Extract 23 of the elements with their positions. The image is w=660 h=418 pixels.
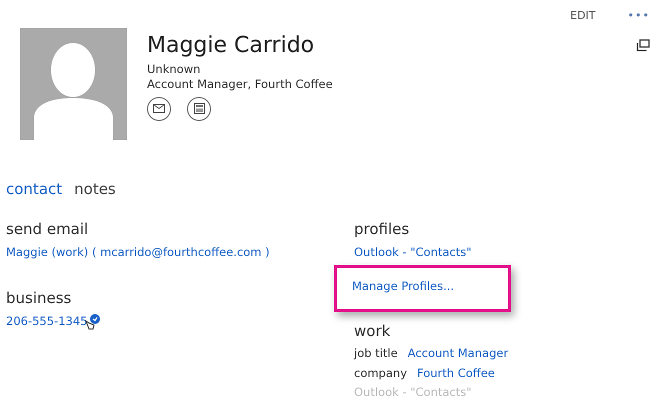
section-heading: send email (6, 219, 90, 240)
manage-profiles-link[interactable]: Manage Profiles... (352, 278, 454, 292)
source-text: Outlook - "Contacts" (354, 385, 473, 401)
tab[interactable]: notes (74, 178, 116, 200)
field-value-link[interactable]: Fourth Coffee (417, 366, 495, 382)
profile-source-link[interactable]: Outlook - "Contacts" (354, 244, 472, 260)
edit-button[interactable]: EDIT (570, 8, 596, 24)
section-heading: business (6, 288, 72, 308)
section-heading: profiles (354, 219, 410, 240)
section-heading: work (354, 320, 392, 342)
job-title-text: Account Manager, Fourth Coffee (147, 77, 333, 93)
field-label: job title (354, 346, 398, 362)
phone-link[interactable]: 206-555-1345 (6, 314, 88, 330)
email-icon[interactable] (147, 96, 171, 121)
status-text: Unknown (147, 62, 202, 78)
calendar-icon[interactable] (187, 96, 211, 121)
tab[interactable]: contact (6, 178, 62, 200)
field-value-link[interactable]: Account Manager (408, 346, 508, 362)
more-button[interactable]: ••• (628, 8, 650, 24)
field-label: company (354, 366, 408, 382)
contact-name: Maggie Carrido (147, 34, 316, 58)
popout-icon[interactable] (636, 38, 650, 52)
email-link[interactable]: Maggie (work) ( mcarrido@fourthcoffee.com ) (6, 244, 270, 260)
